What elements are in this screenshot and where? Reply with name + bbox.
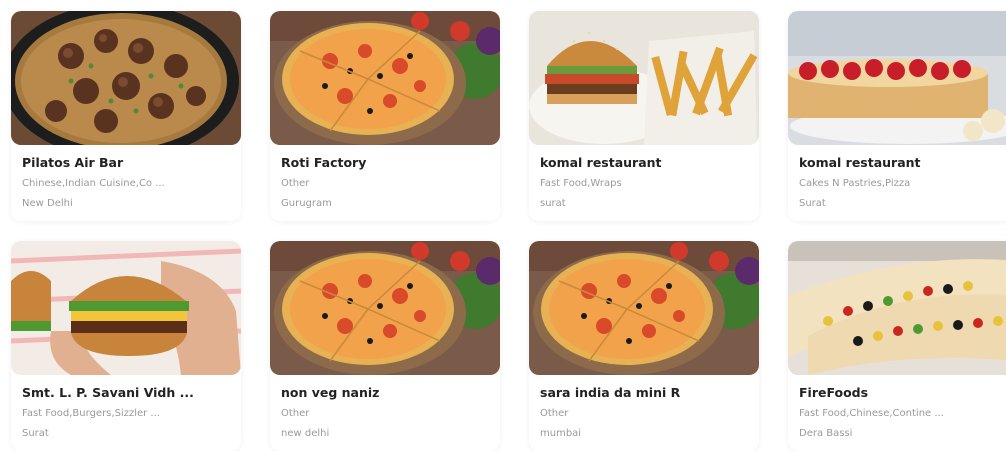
cake-icon[interactable]: [788, 11, 1006, 145]
restaurant-name[interactable]: Pilatos Air Bar: [22, 155, 230, 171]
restaurant-name[interactable]: sara india da mini R: [540, 385, 748, 401]
restaurant-cuisine: Other: [281, 408, 310, 419]
restaurant-card[interactable]: non veg naniz Other new delhi: [270, 241, 500, 451]
restaurant-card[interactable]: Pilatos Air Bar Chinese,Indian Cuisine,C…: [11, 11, 241, 221]
restaurant-name[interactable]: komal restaurant: [799, 155, 1006, 171]
restaurant-name[interactable]: Roti Factory: [281, 155, 489, 171]
restaurant-cuisine: Chinese,Indian Cuisine,Co ...: [22, 178, 165, 189]
restaurant-name[interactable]: komal restaurant: [540, 155, 748, 171]
restaurant-name[interactable]: non veg naniz: [281, 385, 489, 401]
restaurant-card[interactable]: FireFoods Fast Food,Chinese,Contine ... …: [788, 241, 1006, 451]
restaurant-cuisine: Cakes N Pastries,Pizza: [799, 178, 911, 189]
restaurant-city: mumbai: [540, 428, 582, 439]
burger-fries-icon[interactable]: [529, 11, 759, 145]
restaurant-city: Dera Bassi: [799, 428, 853, 439]
restaurant-city: new delhi: [281, 428, 330, 439]
restaurant-card[interactable]: komal restaurant Cakes N Pastries,Pizza …: [788, 11, 1006, 221]
pizza-icon[interactable]: [529, 241, 759, 375]
restaurant-cuisine: Fast Food,Chinese,Contine ...: [799, 408, 944, 419]
pizza-icon[interactable]: [270, 241, 500, 375]
restaurant-city: Surat: [799, 198, 826, 209]
restaurant-card[interactable]: sara india da mini R Other mumbai: [529, 241, 759, 451]
restaurant-name[interactable]: FireFoods: [799, 385, 1006, 401]
restaurant-card[interactable]: Roti Factory Other Gurugram: [270, 11, 500, 221]
restaurant-card[interactable]: komal restaurant Fast Food,Wraps surat: [529, 11, 759, 221]
restaurant-city: surat: [540, 198, 566, 209]
restaurant-city: Gurugram: [281, 198, 332, 209]
restaurant-card[interactable]: Smt. L. P. Savani Vidh ... Fast Food,Bur…: [11, 241, 241, 451]
restaurant-city: New Delhi: [22, 198, 73, 209]
burger-hand-icon[interactable]: [11, 241, 241, 375]
wrap-icon[interactable]: [788, 241, 1006, 375]
restaurant-city: Surat: [22, 428, 49, 439]
pizza-icon[interactable]: [270, 11, 500, 145]
meatball-rice-icon[interactable]: [11, 11, 241, 145]
restaurant-cuisine: Other: [281, 178, 310, 189]
restaurant-grid: Pilatos Air Bar Chinese,Indian Cuisine,C…: [11, 11, 1006, 451]
restaurant-cuisine: Other: [540, 408, 569, 419]
restaurant-cuisine: Fast Food,Wraps: [540, 178, 622, 189]
restaurant-cuisine: Fast Food,Burgers,Sizzler ...: [22, 408, 160, 419]
restaurant-name[interactable]: Smt. L. P. Savani Vidh ...: [22, 385, 230, 401]
